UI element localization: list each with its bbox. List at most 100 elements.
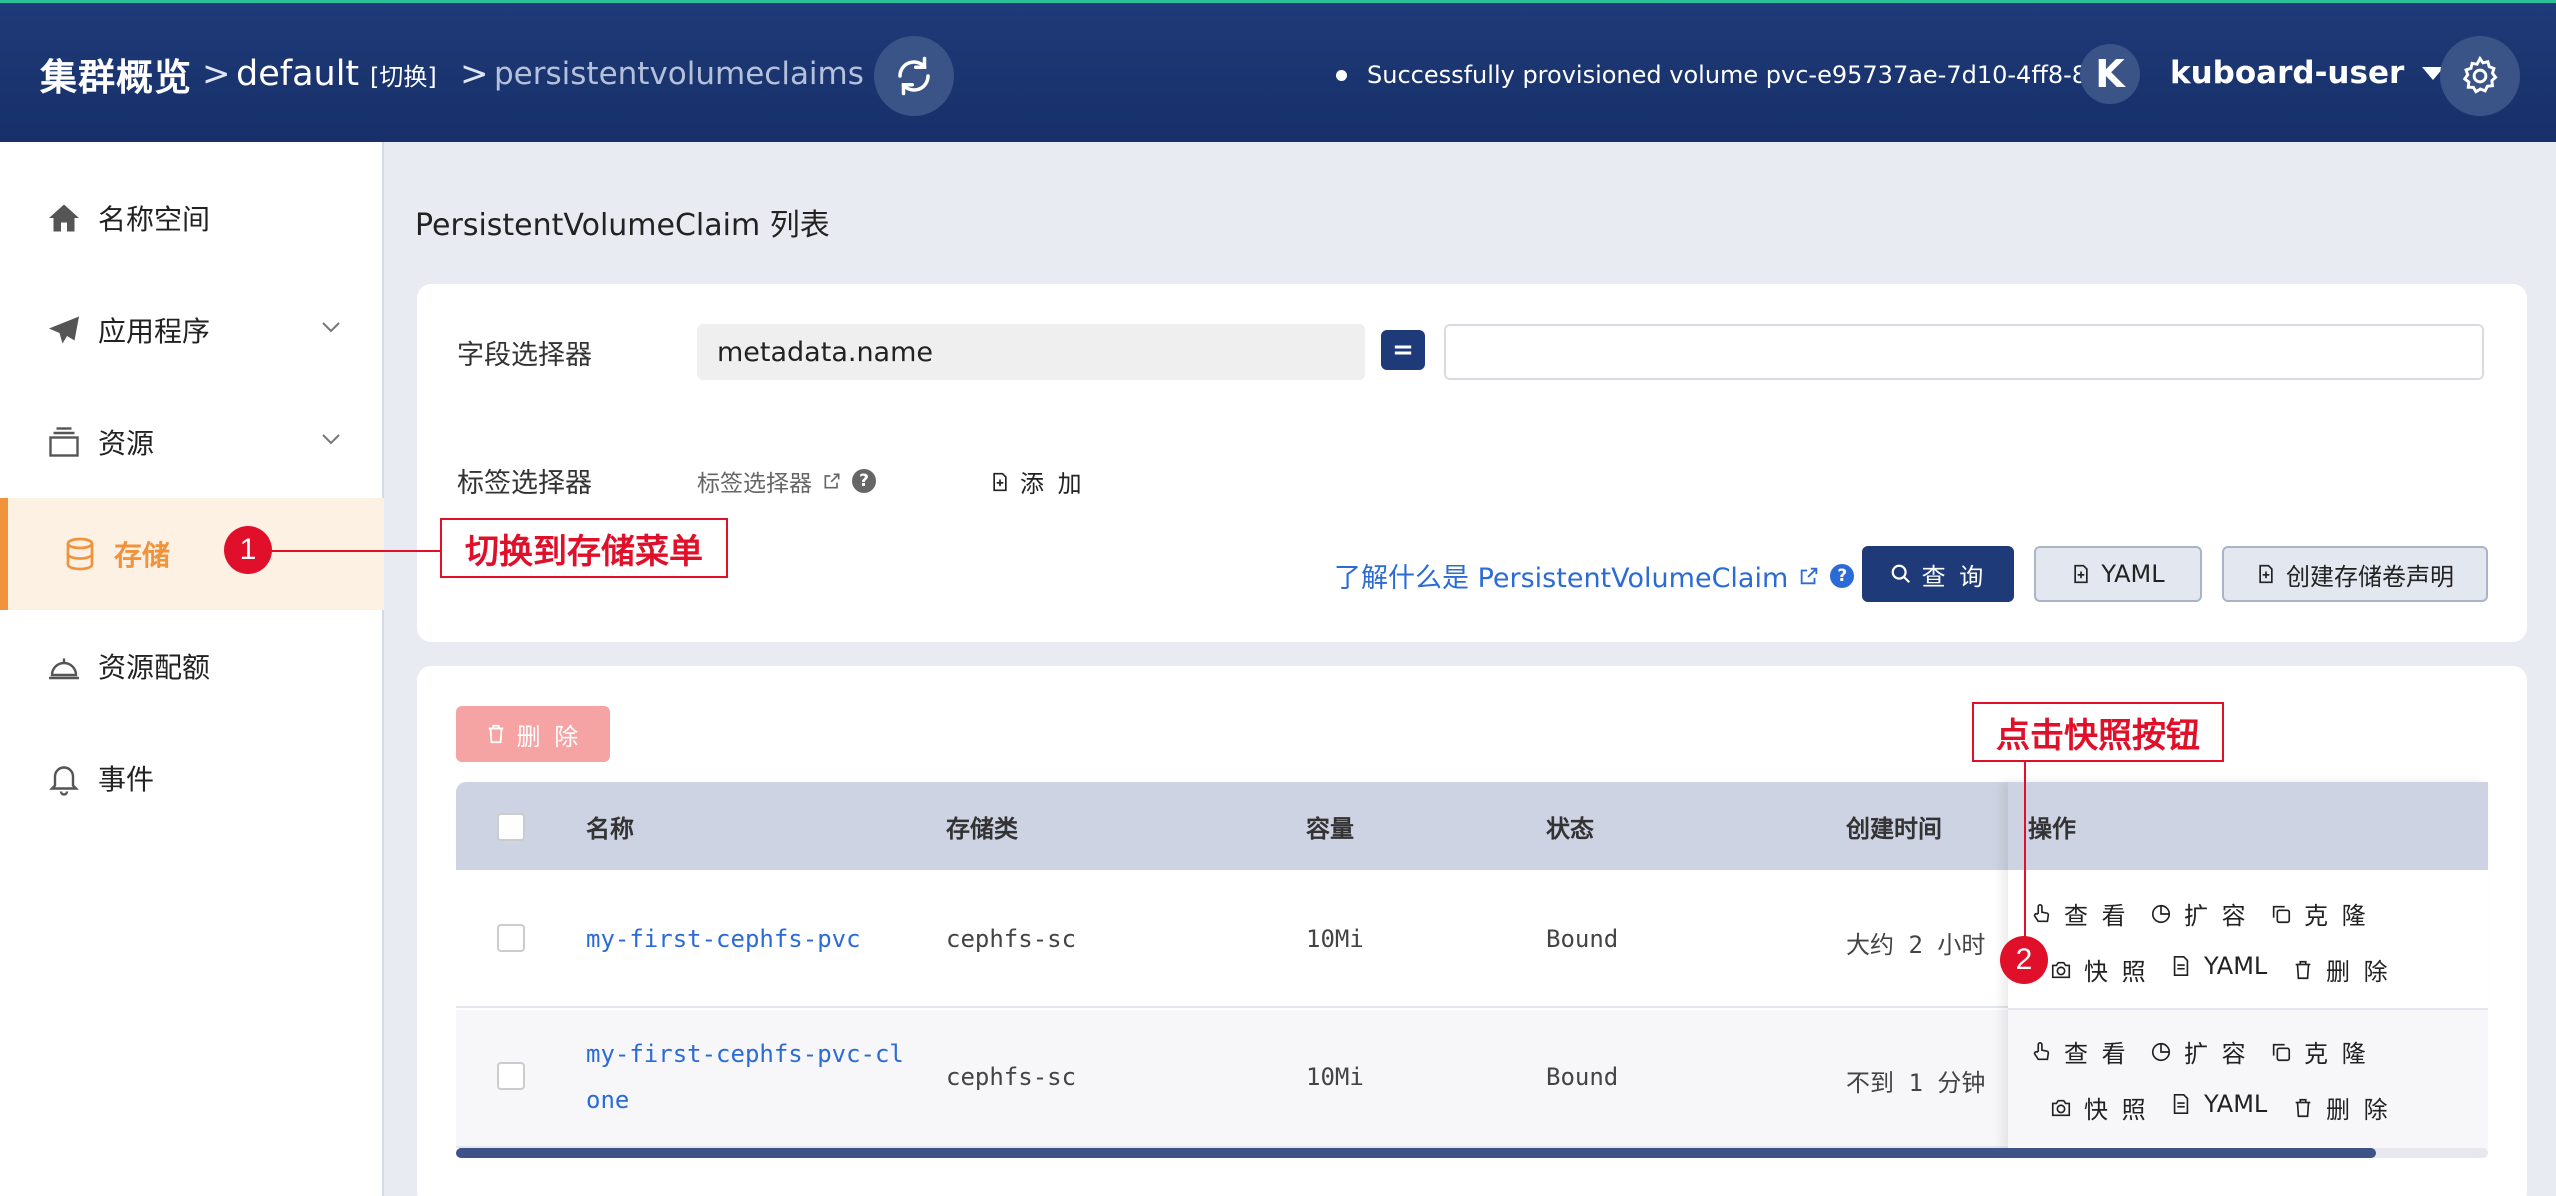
label-selector-hint[interactable]: 标签选择器 ? xyxy=(697,464,876,498)
yaml-button[interactable]: YAML xyxy=(2034,546,2202,602)
learn-pvc-link[interactable]: 了解什么是 PersistentVolumeClaim ? xyxy=(1334,556,1855,595)
clone-label: 克 隆 xyxy=(2304,902,2369,930)
pvc-name-link[interactable]: my-first-cephfs-pvc xyxy=(586,925,861,953)
snapshot-button[interactable]: 快 照 xyxy=(2050,952,2149,987)
annotation-line xyxy=(2024,760,2026,950)
search-icon xyxy=(1891,564,1910,584)
sidebar-item-namespaces[interactable]: 名称空间 xyxy=(0,162,384,274)
created-cell: 不到 1 分钟 xyxy=(1846,1069,1986,1097)
horizontal-scrollbar[interactable] xyxy=(456,1148,2376,1158)
field-value-input[interactable] xyxy=(1444,324,2484,380)
row-yaml-label: YAML xyxy=(2204,1090,2268,1118)
create-pvc-button[interactable]: 创建存储卷声明 xyxy=(2222,546,2488,602)
chevron-down-icon xyxy=(322,434,340,445)
row-checkbox[interactable] xyxy=(497,924,525,952)
column-created[interactable]: 创建时间 xyxy=(1846,782,1942,870)
sidebar-item-resource-quota[interactable]: 资源配额 xyxy=(0,610,384,722)
row-delete-button[interactable]: 删 除 xyxy=(2292,952,2391,987)
capacity-cell: 10Mi xyxy=(1306,1063,1364,1091)
clone-button[interactable]: 克 隆 xyxy=(2270,896,2369,931)
annotation-callout-2: 点击快照按钮 xyxy=(1972,702,2224,762)
capacity-cell: 10Mi xyxy=(1306,925,1364,953)
refresh-icon xyxy=(898,56,930,96)
status-cell: Bound xyxy=(1546,1063,1619,1091)
namespace-switch-link[interactable]: [切换] xyxy=(370,3,437,145)
view-button[interactable]: 查 看 xyxy=(2030,896,2129,931)
expand-label: 扩 容 xyxy=(2184,902,2249,930)
sidebar-item-events[interactable]: 事件 xyxy=(0,722,384,834)
clone-button[interactable]: 克 隆 xyxy=(2270,1034,2369,1069)
select-all-checkbox[interactable] xyxy=(497,813,525,841)
column-status[interactable]: 状态 xyxy=(1546,782,1594,870)
row-delete-button[interactable]: 删 除 xyxy=(2292,1090,2391,1125)
query-button[interactable]: 查 询 xyxy=(1862,546,2014,602)
status-cell: Bound xyxy=(1546,925,1619,953)
trash-icon xyxy=(2295,960,2311,979)
snapshot-label: 快 照 xyxy=(2084,1096,2149,1124)
add-label-button[interactable]: 添 加 xyxy=(990,464,1085,499)
pointer-icon xyxy=(2033,1041,2050,1060)
row-yaml-label: YAML xyxy=(2204,952,2268,980)
operator-button[interactable]: = xyxy=(1381,330,1425,370)
settings-button[interactable] xyxy=(2440,36,2520,116)
pie-chart-icon xyxy=(2151,1042,2171,1061)
bell-service-icon xyxy=(49,658,79,680)
sidebar-item-label: 事件 xyxy=(98,763,155,796)
annotation-line xyxy=(272,550,440,552)
external-link-icon xyxy=(824,473,840,489)
row-delete-label: 删 除 xyxy=(2326,1096,2391,1124)
pvc-name-link[interactable]: my-first-cephfs-pvc-cl xyxy=(586,1040,904,1068)
expand-button[interactable]: 扩 容 xyxy=(2150,1034,2249,1069)
refresh-button[interactable] xyxy=(874,36,954,116)
external-link-icon xyxy=(1801,567,1818,584)
breadcrumb-separator: > xyxy=(460,54,489,94)
sidebar-item-applications[interactable]: 应用程序 xyxy=(0,274,384,386)
help-icon[interactable]: ? xyxy=(852,469,876,493)
sidebar-item-label: 名称空间 xyxy=(98,203,211,236)
sidebar-item-resources[interactable]: 资源 xyxy=(0,386,384,498)
snapshot-button[interactable]: 快 照 xyxy=(2050,1090,2149,1125)
row-yaml-button[interactable]: YAML xyxy=(2170,952,2267,980)
sidebar: 名称空间 应用程序 资源 存储 资源配额 事件 xyxy=(0,142,384,1196)
row-checkbox[interactable] xyxy=(497,1062,525,1090)
expand-button[interactable]: 扩 容 xyxy=(2150,896,2249,931)
trash-icon xyxy=(2295,1098,2311,1117)
annotation-callout-1: 切换到存储菜单 xyxy=(440,518,728,578)
bulk-delete-button[interactable]: 删 除 xyxy=(456,706,610,762)
camera-icon xyxy=(2051,961,2071,978)
pvc-name-link-continued[interactable]: one xyxy=(586,1086,629,1114)
pointer-icon xyxy=(2033,903,2050,922)
clone-label: 克 隆 xyxy=(2304,1040,2369,1068)
pie-chart-icon xyxy=(2151,904,2171,923)
avatar[interactable]: K xyxy=(2080,44,2140,104)
sidebar-item-storage[interactable]: 存储 xyxy=(0,498,384,610)
learn-pvc-text: 了解什么是 PersistentVolumeClaim xyxy=(1334,563,1789,594)
column-operations: 操作 xyxy=(2028,814,2076,843)
query-button-label: 查 询 xyxy=(1921,562,1987,591)
sidebar-item-label: 资源配额 xyxy=(98,651,211,684)
snapshot-label: 快 照 xyxy=(2084,958,2149,986)
column-storage-class[interactable]: 存储类 xyxy=(946,782,1018,870)
label-selector-hint-text: 标签选择器 xyxy=(697,471,812,497)
create-pvc-button-label: 创建存储卷声明 xyxy=(2286,562,2454,591)
column-capacity[interactable]: 容量 xyxy=(1306,782,1354,870)
copy-icon xyxy=(2272,905,2291,923)
add-file-icon xyxy=(2259,564,2273,584)
status-notice[interactable]: Successfully provisioned volume pvc-e957… xyxy=(1336,55,2125,95)
column-name[interactable]: 名称 xyxy=(586,782,634,870)
sidebar-item-label: 存储 xyxy=(114,539,171,572)
trash-icon xyxy=(488,724,504,744)
view-button[interactable]: 查 看 xyxy=(2030,1034,2129,1069)
breadcrumb-namespace[interactable]: default xyxy=(236,3,359,145)
row-yaml-button[interactable]: YAML xyxy=(2170,1090,2267,1118)
add-file-icon xyxy=(2074,564,2089,584)
field-selector-input[interactable]: metadata.name xyxy=(697,324,1365,380)
top-bar: 集群概览 > default [切换] > persistentvolumecl… xyxy=(0,0,2556,142)
sidebar-item-label: 应用程序 xyxy=(98,315,211,348)
expand-label: 扩 容 xyxy=(2184,1040,2249,1068)
user-menu[interactable]: kuboard-user xyxy=(2170,55,2445,91)
breadcrumb-cluster-overview[interactable]: 集群概览 xyxy=(40,3,192,145)
sidebar-item-label: 资源 xyxy=(98,427,155,460)
help-icon[interactable]: ? xyxy=(1830,563,1855,588)
copy-icon xyxy=(2272,1043,2291,1061)
